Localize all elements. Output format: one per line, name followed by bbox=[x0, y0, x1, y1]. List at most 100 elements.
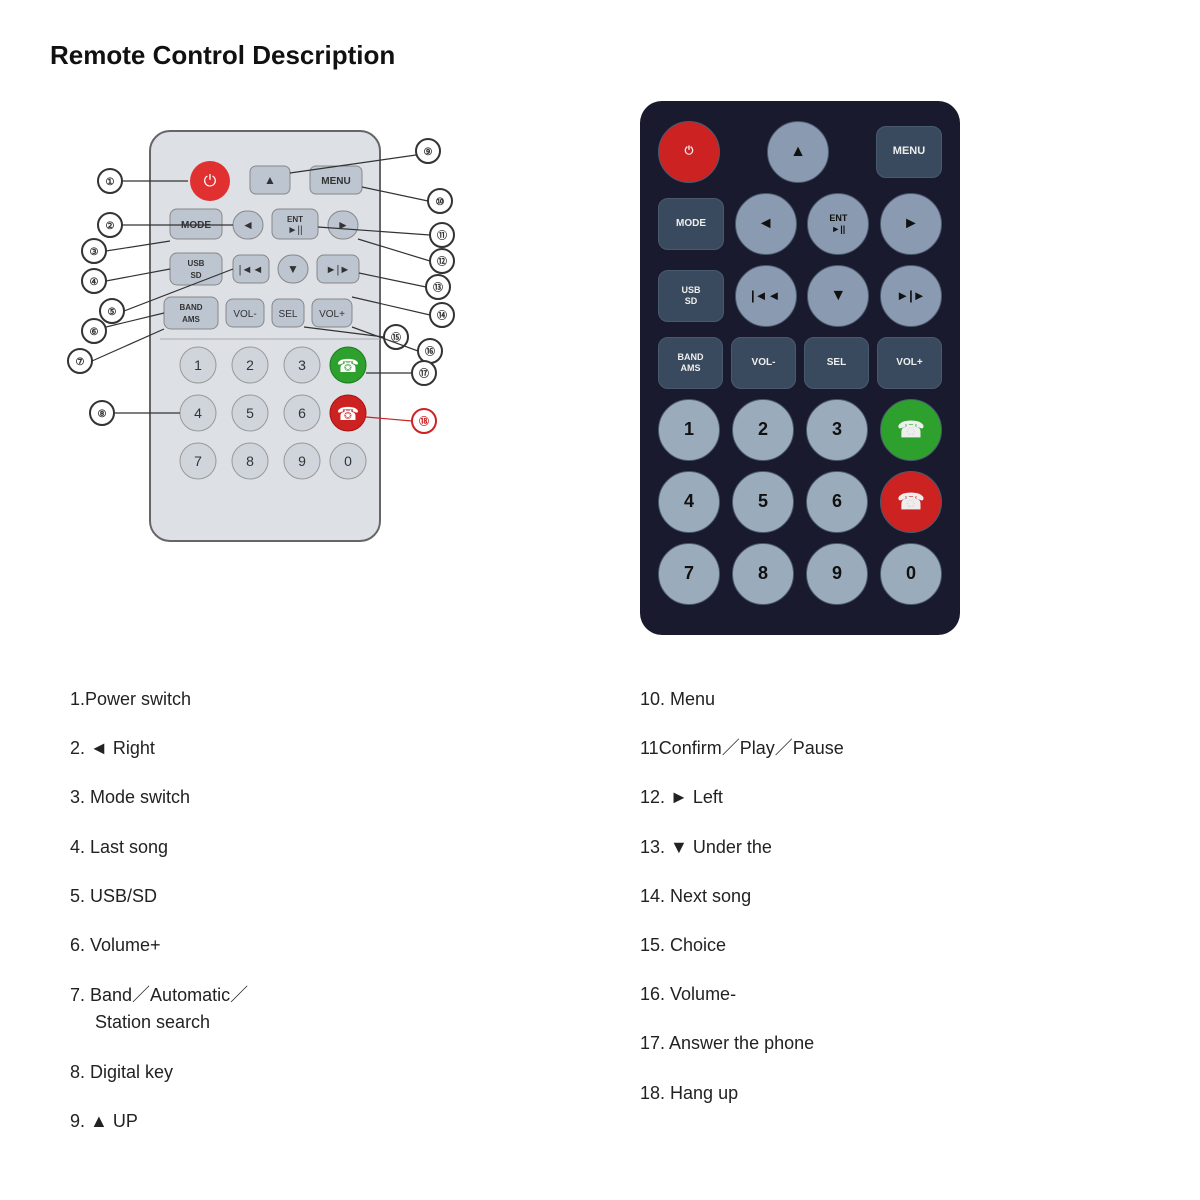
svg-text:⑯: ⑯ bbox=[425, 345, 435, 358]
svg-text:3: 3 bbox=[298, 357, 306, 373]
svg-text:②: ② bbox=[106, 221, 115, 232]
svg-text:▲: ▲ bbox=[264, 173, 276, 187]
svg-text:9: 9 bbox=[298, 453, 306, 469]
svg-text:⑱: ⑱ bbox=[419, 415, 429, 428]
svg-text:⑭: ⑭ bbox=[437, 309, 447, 322]
svg-text:VOL-: VOL- bbox=[233, 309, 256, 320]
svg-text:③: ③ bbox=[90, 247, 99, 258]
vol-plus-button[interactable]: VOL+ bbox=[877, 337, 942, 389]
num-8-button[interactable]: 8 bbox=[732, 543, 794, 605]
svg-text:⑧: ⑧ bbox=[98, 409, 107, 420]
down-button[interactable]: ▼ bbox=[807, 265, 869, 327]
up-button[interactable]: ▲ bbox=[767, 121, 829, 183]
svg-text:☎: ☎ bbox=[337, 404, 359, 424]
desc-num-1: 1. bbox=[70, 689, 85, 709]
num-7-button[interactable]: 7 bbox=[658, 543, 720, 605]
svg-text:7: 7 bbox=[194, 453, 202, 469]
prev-button[interactable]: |◄◄ bbox=[735, 265, 797, 327]
svg-text:1: 1 bbox=[194, 357, 202, 373]
svg-text:MENU: MENU bbox=[321, 176, 350, 187]
desc-item-1: 1.Power switch bbox=[70, 675, 560, 724]
svg-text:VOL+: VOL+ bbox=[319, 309, 345, 320]
desc-num-16: 16. bbox=[640, 984, 665, 1004]
svg-text:①: ① bbox=[106, 177, 115, 188]
svg-text:⑥: ⑥ bbox=[90, 327, 99, 338]
svg-text:⑫: ⑫ bbox=[437, 255, 447, 268]
desc-num-12: 12. ► bbox=[640, 787, 688, 807]
num-3-button[interactable]: 3 bbox=[806, 399, 868, 461]
diagram-area: ⏻ ▲ MENU MODE ◄ ENT ►|| ► USB SD bbox=[50, 101, 570, 635]
remote-diagram: ⏻ ▲ MENU MODE ◄ ENT ►|| ► USB SD bbox=[50, 101, 570, 601]
svg-text:5: 5 bbox=[246, 405, 254, 421]
desc-num-18: 18. bbox=[640, 1083, 665, 1103]
svg-text:⑬: ⑬ bbox=[433, 281, 443, 294]
num-4-button[interactable]: 4 bbox=[658, 471, 720, 533]
desc-num-15: 15. bbox=[640, 935, 665, 955]
svg-text:⏻: ⏻ bbox=[204, 173, 217, 190]
desc-num-3: 3. bbox=[70, 787, 85, 807]
num-9-button[interactable]: 9 bbox=[806, 543, 868, 605]
page-title: Remote Control Description bbox=[50, 40, 1150, 71]
band-button[interactable]: BANDAMS bbox=[658, 337, 723, 389]
desc-item-13: 13. ▼ Under the bbox=[640, 823, 1130, 872]
remote-row-2: MODE ◄ ENT►|| ► bbox=[658, 193, 942, 255]
svg-text:▼: ▼ bbox=[287, 262, 299, 276]
desc-item-16: 16. Volume- bbox=[640, 970, 1130, 1019]
svg-text:④: ④ bbox=[90, 277, 99, 288]
desc-num-2: 2. ◄ bbox=[70, 738, 108, 758]
desc-col-right: 10. Menu 11Confirm／Play／Pause 12. ► Left… bbox=[640, 675, 1130, 1147]
svg-text:2: 2 bbox=[246, 357, 254, 373]
left-button[interactable]: ◄ bbox=[735, 193, 797, 255]
svg-text:⑰: ⑰ bbox=[419, 367, 429, 380]
svg-text:⑤: ⑤ bbox=[108, 307, 117, 318]
desc-num-14: 14. bbox=[640, 886, 665, 906]
num-0-button[interactable]: 0 bbox=[880, 543, 942, 605]
desc-item-14: 14. Next song bbox=[640, 872, 1130, 921]
desc-num-11: 11 bbox=[640, 738, 659, 758]
num-1-button[interactable]: 1 bbox=[658, 399, 720, 461]
remote-row-4: BANDAMS VOL- SEL VOL+ bbox=[658, 337, 942, 389]
svg-text:6: 6 bbox=[298, 405, 306, 421]
desc-num-17: 17. bbox=[640, 1033, 665, 1053]
svg-text:►||: ►|| bbox=[287, 225, 302, 236]
right-button[interactable]: ► bbox=[880, 193, 942, 255]
mode-button[interactable]: MODE bbox=[658, 198, 724, 250]
svg-text:⑨: ⑨ bbox=[424, 147, 433, 158]
svg-text:SEL: SEL bbox=[279, 309, 298, 320]
desc-item-3: 3. Mode switch bbox=[70, 773, 560, 822]
remote-row-6: 4 5 6 ☎ bbox=[658, 471, 942, 533]
usbsd-button[interactable]: USBSD bbox=[658, 270, 724, 322]
description-section: 1.Power switch 2. ◄ Right 3. Mode switch… bbox=[50, 675, 1150, 1147]
svg-text:USB: USB bbox=[188, 259, 205, 268]
remote-row-3: USBSD |◄◄ ▼ ►|► bbox=[658, 265, 942, 327]
ent-play-button[interactable]: ENT►|| bbox=[807, 193, 869, 255]
num-5-button[interactable]: 5 bbox=[732, 471, 794, 533]
desc-item-15: 15. Choice bbox=[640, 921, 1130, 970]
svg-text:4: 4 bbox=[194, 405, 202, 421]
svg-text:AMS: AMS bbox=[182, 315, 200, 324]
num-6-button[interactable]: 6 bbox=[806, 471, 868, 533]
desc-item-10: 10. Menu bbox=[640, 675, 1130, 724]
menu-button[interactable]: MENU bbox=[876, 126, 942, 178]
desc-item-8: 8. Digital key bbox=[70, 1048, 560, 1097]
power-button[interactable]: ⏻ bbox=[658, 121, 720, 183]
desc-col-left: 1.Power switch 2. ◄ Right 3. Mode switch… bbox=[70, 675, 560, 1147]
answer-button[interactable]: ☎ bbox=[880, 399, 942, 461]
desc-item-18: 18. Hang up bbox=[640, 1069, 1130, 1118]
remote-row-7: 7 8 9 0 bbox=[658, 543, 942, 605]
desc-item-17: 17. Answer the phone bbox=[640, 1019, 1130, 1068]
desc-item-4: 4. Last song bbox=[70, 823, 560, 872]
desc-num-6: 6. bbox=[70, 935, 85, 955]
svg-text:8: 8 bbox=[246, 453, 254, 469]
next-button[interactable]: ►|► bbox=[880, 265, 942, 327]
svg-text:SD: SD bbox=[190, 271, 201, 280]
desc-num-7: 7. bbox=[70, 985, 85, 1005]
desc-item-12: 12. ► Left bbox=[640, 773, 1130, 822]
desc-num-4: 4. bbox=[70, 837, 85, 857]
sel-button[interactable]: SEL bbox=[804, 337, 869, 389]
num-2-button[interactable]: 2 bbox=[732, 399, 794, 461]
svg-text:ENT: ENT bbox=[287, 215, 303, 224]
desc-item-6: 6. Volume+ bbox=[70, 921, 560, 970]
vol-minus-button[interactable]: VOL- bbox=[731, 337, 796, 389]
hangup-button[interactable]: ☎ bbox=[880, 471, 942, 533]
